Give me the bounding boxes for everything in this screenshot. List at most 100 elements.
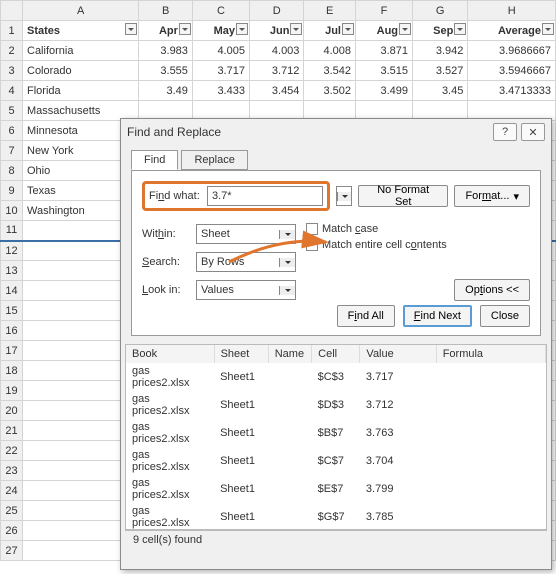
cell[interactable]: 4.005: [192, 41, 249, 61]
results-col-book[interactable]: Book: [126, 345, 214, 363]
format-button[interactable]: Format...▾: [454, 185, 530, 207]
row-header[interactable]: 11: [1, 221, 23, 241]
header-cell[interactable]: Jul: [304, 21, 356, 41]
header-cell[interactable]: May: [192, 21, 249, 41]
filter-dropdown-icon[interactable]: [342, 23, 354, 35]
cell[interactable]: 3.5946667: [468, 61, 556, 81]
row-header[interactable]: 23: [1, 461, 23, 481]
filter-dropdown-icon[interactable]: [290, 23, 302, 35]
close-icon[interactable]: ✕: [521, 123, 545, 141]
cell[interactable]: 3.499: [356, 81, 413, 101]
cell[interactable]: 3.542: [304, 61, 356, 81]
result-row[interactable]: gas prices2.xlsxSheet1$B$73.763: [126, 419, 546, 447]
cell[interactable]: 3.433: [192, 81, 249, 101]
row-header[interactable]: 21: [1, 421, 23, 441]
cell[interactable]: 4.008: [304, 41, 356, 61]
header-cell[interactable]: Sep: [413, 21, 468, 41]
row-header[interactable]: 16: [1, 321, 23, 341]
col-header[interactable]: G: [413, 1, 468, 21]
row-header[interactable]: 9: [1, 181, 23, 201]
row-header[interactable]: 15: [1, 301, 23, 321]
col-header[interactable]: D: [249, 1, 303, 21]
cell[interactable]: 3.712: [249, 61, 303, 81]
find-all-button[interactable]: Find All: [337, 305, 395, 327]
cell[interactable]: Florida: [23, 81, 139, 101]
match-entire-checkbox[interactable]: [306, 239, 318, 251]
result-row[interactable]: gas prices2.xlsxSheet1$E$73.799: [126, 475, 546, 503]
cell[interactable]: 3.717: [192, 61, 249, 81]
row-header[interactable]: 4: [1, 81, 23, 101]
cell[interactable]: 3.454: [249, 81, 303, 101]
header-cell[interactable]: Average: [468, 21, 556, 41]
cell[interactable]: 3.45: [413, 81, 468, 101]
results-col-cell[interactable]: Cell: [312, 345, 360, 363]
cell[interactable]: 4.003: [249, 41, 303, 61]
filter-dropdown-icon[interactable]: [125, 23, 137, 35]
options-button[interactable]: Options <<: [454, 279, 530, 301]
col-header[interactable]: A: [23, 1, 139, 21]
cell[interactable]: 3.49: [139, 81, 193, 101]
dialog-titlebar[interactable]: Find and Replace ? ✕: [121, 119, 551, 145]
filter-dropdown-icon[interactable]: [236, 23, 248, 35]
filter-dropdown-icon[interactable]: [179, 23, 191, 35]
row-header[interactable]: 27: [1, 541, 23, 561]
cell[interactable]: 3.515: [356, 61, 413, 81]
find-what-dropdown[interactable]: [336, 186, 352, 206]
cell[interactable]: 3.871: [356, 41, 413, 61]
result-row[interactable]: gas prices2.xlsxSheet1$G$73.785: [126, 503, 546, 530]
row-header[interactable]: 14: [1, 281, 23, 301]
within-select[interactable]: Sheet: [196, 224, 296, 244]
col-header[interactable]: C: [192, 1, 249, 21]
row-header[interactable]: 10: [1, 201, 23, 221]
row-header[interactable]: 18: [1, 361, 23, 381]
row-header[interactable]: 17: [1, 341, 23, 361]
cell[interactable]: 3.942: [413, 41, 468, 61]
row-header[interactable]: 20: [1, 401, 23, 421]
header-cell[interactable]: States: [23, 21, 139, 41]
row-header[interactable]: 1: [1, 21, 23, 41]
filter-dropdown-icon[interactable]: [454, 23, 466, 35]
col-header[interactable]: E: [304, 1, 356, 21]
cell[interactable]: 3.983: [139, 41, 193, 61]
row-header[interactable]: 2: [1, 41, 23, 61]
col-header[interactable]: B: [139, 1, 193, 21]
row-header[interactable]: 25: [1, 501, 23, 521]
cell[interactable]: California: [23, 41, 139, 61]
row-header[interactable]: 22: [1, 441, 23, 461]
result-row[interactable]: gas prices2.xlsxSheet1$C$73.704: [126, 447, 546, 475]
find-what-input[interactable]: 3.7*: [207, 186, 323, 206]
filter-dropdown-icon[interactable]: [399, 23, 411, 35]
row-header[interactable]: 6: [1, 121, 23, 141]
no-format-button[interactable]: No Format Set: [358, 185, 448, 207]
search-select[interactable]: By Rows: [196, 252, 296, 272]
row-header[interactable]: 19: [1, 381, 23, 401]
results-col-value[interactable]: Value: [360, 345, 436, 363]
header-cell[interactable]: Apr: [139, 21, 193, 41]
filter-dropdown-icon[interactable]: [542, 23, 554, 35]
results-col-formula[interactable]: Formula: [436, 345, 545, 363]
col-header[interactable]: F: [356, 1, 413, 21]
cell[interactable]: Colorado: [23, 61, 139, 81]
corner-cell[interactable]: [1, 1, 23, 21]
cell[interactable]: 3.527: [413, 61, 468, 81]
row-header[interactable]: 26: [1, 521, 23, 541]
row-header[interactable]: 5: [1, 101, 23, 121]
row-header[interactable]: 3: [1, 61, 23, 81]
result-row[interactable]: gas prices2.xlsxSheet1$C$33.717: [126, 363, 546, 391]
row-header[interactable]: 13: [1, 261, 23, 281]
close-button[interactable]: Close: [480, 305, 530, 327]
tab-find[interactable]: Find: [131, 150, 178, 170]
row-header[interactable]: 24: [1, 481, 23, 501]
cell[interactable]: 3.9686667: [468, 41, 556, 61]
header-cell[interactable]: Aug: [356, 21, 413, 41]
results-list[interactable]: Book Sheet Name Cell Value Formula gas p…: [125, 344, 547, 530]
tab-replace[interactable]: Replace: [181, 150, 247, 170]
row-header[interactable]: 8: [1, 161, 23, 181]
row-header[interactable]: 7: [1, 141, 23, 161]
result-row[interactable]: gas prices2.xlsxSheet1$D$33.712: [126, 391, 546, 419]
lookin-select[interactable]: Values: [196, 280, 296, 300]
header-cell[interactable]: Jun: [249, 21, 303, 41]
cell[interactable]: 3.502: [304, 81, 356, 101]
results-col-sheet[interactable]: Sheet: [214, 345, 268, 363]
match-case-checkbox[interactable]: [306, 223, 318, 235]
